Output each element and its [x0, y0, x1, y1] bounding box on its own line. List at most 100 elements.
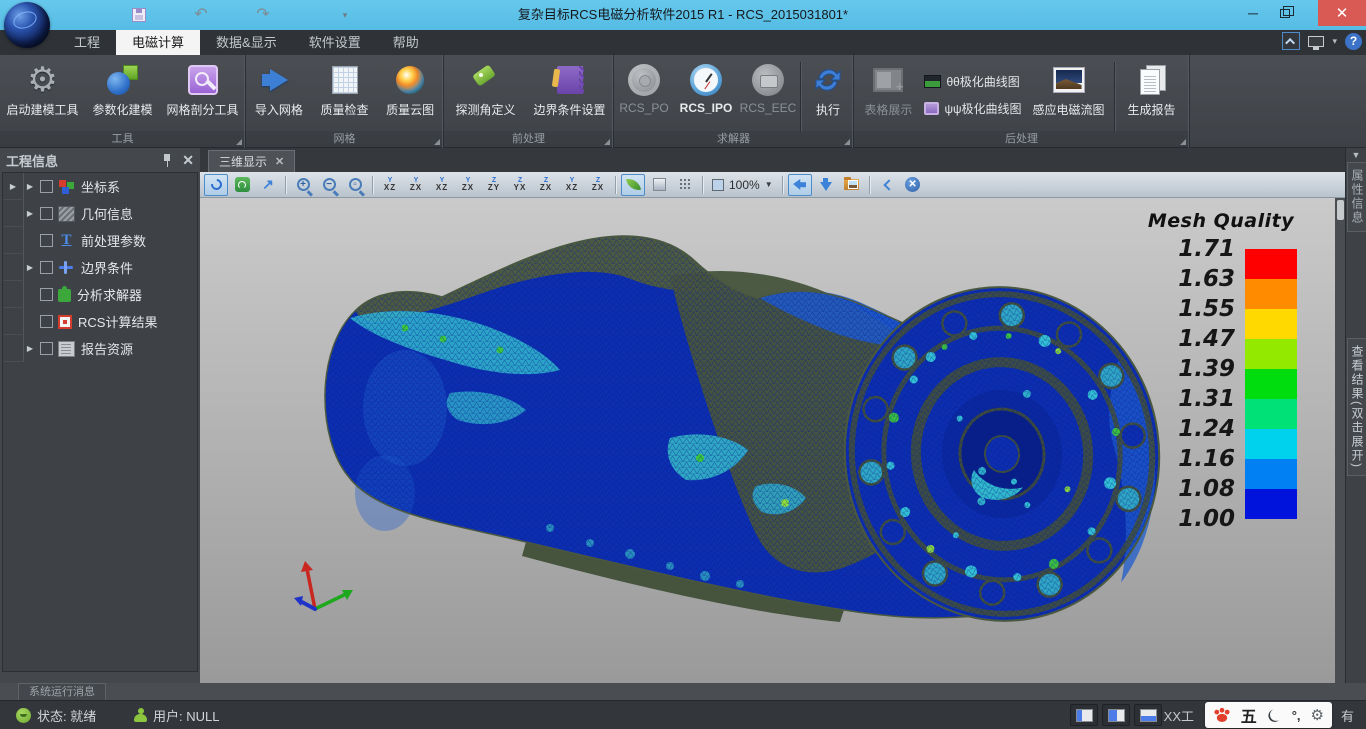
system-message-tab[interactable]: 系统运行消息 — [18, 683, 106, 700]
layout-split-button[interactable] — [1102, 704, 1130, 726]
view-bottom-button[interactable]: ZYX — [508, 174, 532, 196]
collapse-ribbon-button[interactable] — [1282, 32, 1300, 50]
copyright-text-left: XX工 — [1164, 701, 1194, 729]
checkbox[interactable] — [40, 288, 53, 301]
tree-item-geometry-info[interactable]: 几何信息 — [81, 204, 133, 223]
checkbox[interactable] — [40, 261, 53, 274]
execute-button[interactable]: 执行 — [803, 59, 853, 131]
text-T-icon: T — [58, 233, 75, 249]
drop-view-button[interactable] — [814, 174, 838, 196]
tree-item-report-resources[interactable]: 报告资源 — [81, 339, 133, 358]
pin-icon[interactable] — [162, 153, 172, 167]
snapshot-button[interactable] — [840, 174, 864, 196]
tree-item-preprocess-params[interactable]: 前处理参数 — [81, 231, 146, 250]
menu-tab-help[interactable]: 帮助 — [377, 30, 435, 55]
zoom-window-button[interactable]: ▫ — [343, 174, 367, 196]
expand-arrow-icon[interactable] — [7, 181, 19, 192]
group-expand-icon[interactable] — [604, 139, 610, 145]
rcs-ipo-button[interactable]: RCS_IPO — [674, 59, 738, 131]
cancel-view-button[interactable]: ✕ — [901, 174, 925, 196]
import-mesh-button[interactable]: 导入网格 — [246, 59, 312, 131]
expand-arrow-icon[interactable] — [24, 262, 36, 273]
moon-icon[interactable] — [1267, 708, 1282, 723]
minimize-button[interactable]: ─ — [1238, 0, 1268, 26]
tree-row: RCS计算结果 — [3, 308, 197, 335]
view-front-button[interactable]: YXZ — [378, 174, 402, 196]
expand-arrow-icon[interactable] — [24, 208, 36, 219]
probe-angle-button[interactable]: 探测角定义 — [445, 59, 527, 131]
parametric-modeling-button[interactable]: 参数化建模 — [83, 59, 163, 131]
rcs-po-button[interactable]: RCS_PO — [614, 59, 674, 131]
tab-close-icon[interactable]: ✕ — [275, 155, 284, 168]
menu-tab-engineering[interactable]: 工程 — [58, 30, 116, 55]
layout-bottom-panel-button[interactable] — [1134, 704, 1162, 726]
shaded-render-button[interactable] — [621, 174, 645, 196]
checkbox[interactable] — [40, 315, 53, 328]
view-left-button[interactable]: YXZ — [430, 174, 454, 196]
boundary-condition-button[interactable]: 边界条件设置 — [527, 59, 613, 131]
quality-check-button[interactable]: 质量检查 — [312, 59, 378, 131]
viewport-scrollbar[interactable] — [1335, 198, 1345, 683]
group-expand-icon[interactable] — [236, 139, 242, 145]
ribbon: ⚙ 启动建模工具 参数化建模 网格剖分工具 工具 导入网格 质量检查 — [0, 55, 1366, 148]
flat-render-button[interactable] — [647, 174, 671, 196]
view-back-button[interactable]: YZX — [404, 174, 428, 196]
zoom-out-button[interactable]: − — [317, 174, 341, 196]
tab-property-info[interactable]: 属性信息 — [1347, 162, 1366, 232]
theta-polarization-curve-button[interactable]: θθ极化曲线图 — [920, 71, 1025, 92]
view-top-button[interactable]: ZZY — [482, 174, 506, 196]
view-iso-1-button[interactable]: ZZX — [534, 174, 558, 196]
wireframe-render-button[interactable] — [673, 174, 697, 196]
checkbox[interactable] — [40, 180, 53, 193]
baidu-paw-icon[interactable] — [1213, 707, 1231, 723]
launch-modeling-tool-button[interactable]: ⚙ 启动建模工具 — [3, 59, 83, 131]
view-iso-2-button[interactable]: YXZ — [560, 174, 584, 196]
quality-cloud-button[interactable]: 质量云图 — [377, 59, 443, 131]
induced-current-map-button[interactable]: 感应电磁流图 — [1026, 59, 1112, 131]
tree-item-rcs-results[interactable]: RCS计算结果 — [78, 312, 157, 331]
chevron-down-icon[interactable]: ▼ — [1346, 150, 1366, 160]
zoom-level-dropdown[interactable]: 100% ▼ — [708, 178, 777, 192]
pan-zoom-button[interactable]: ↗ — [256, 174, 280, 196]
menu-tab-settings[interactable]: 软件设置 — [293, 30, 377, 55]
display-style-button[interactable] — [1308, 36, 1324, 47]
checkbox[interactable] — [40, 207, 53, 220]
app-logo[interactable] — [4, 2, 50, 48]
group-expand-icon[interactable] — [1180, 139, 1186, 145]
layout-left-panel-button[interactable] — [1070, 704, 1098, 726]
expand-arrow-icon[interactable] — [24, 181, 36, 192]
tree-item-analysis-solver[interactable]: 分析求解器 — [77, 285, 142, 304]
tree-item-coordinate-system[interactable]: 坐标系 — [81, 177, 120, 196]
group-expand-icon[interactable] — [434, 139, 440, 145]
table-display-button[interactable]: 表格展示 — [856, 59, 920, 131]
rcs-eec-button[interactable]: RCS_EEC — [738, 59, 798, 131]
restore-button[interactable] — [1270, 0, 1300, 26]
ime-mode-button[interactable]: 五 — [1241, 703, 1257, 727]
ime-punct-button[interactable]: °, — [1292, 708, 1301, 723]
generate-report-button[interactable]: 生成报告 — [1117, 59, 1187, 131]
refresh-view-button[interactable] — [230, 174, 254, 196]
mesh-partition-tool-button[interactable]: 网格剖分工具 — [163, 59, 243, 131]
previous-view-button[interactable] — [788, 174, 812, 196]
checkbox[interactable] — [40, 234, 53, 247]
tab-3d-display[interactable]: 三维显示 ✕ — [208, 150, 295, 172]
gear-icon[interactable]: ⚙ — [1311, 708, 1324, 723]
close-button[interactable]: ✕ — [1318, 0, 1366, 26]
menu-tab-em-computation[interactable]: 电磁计算 — [116, 30, 200, 55]
tree-item-boundary-conditions[interactable]: 边界条件 — [81, 258, 133, 277]
psi-polarization-curve-button[interactable]: ψψ极化曲线图 — [920, 98, 1025, 119]
rotate-view-button[interactable] — [204, 174, 228, 196]
group-expand-icon[interactable] — [844, 139, 850, 145]
3d-canvas[interactable]: Mesh Quality 1.71 1.63 1.55 1.47 1.39 1.… — [200, 198, 1345, 683]
expand-arrow-icon[interactable] — [24, 343, 36, 354]
panel-close-icon[interactable]: ✕ — [182, 152, 194, 169]
view-iso-3-button[interactable]: ZZX — [586, 174, 610, 196]
chevron-down-icon[interactable]: ▾ — [1332, 36, 1337, 47]
help-button[interactable]: ? — [1345, 33, 1362, 50]
tab-view-results[interactable]: 查看结果(双击展开) — [1347, 338, 1366, 476]
menu-tab-data-display[interactable]: 数据&显示 — [200, 30, 293, 55]
view-right-button[interactable]: YZX — [456, 174, 480, 196]
share-view-button[interactable] — [875, 174, 899, 196]
checkbox[interactable] — [40, 342, 53, 355]
zoom-in-button[interactable]: + — [291, 174, 315, 196]
